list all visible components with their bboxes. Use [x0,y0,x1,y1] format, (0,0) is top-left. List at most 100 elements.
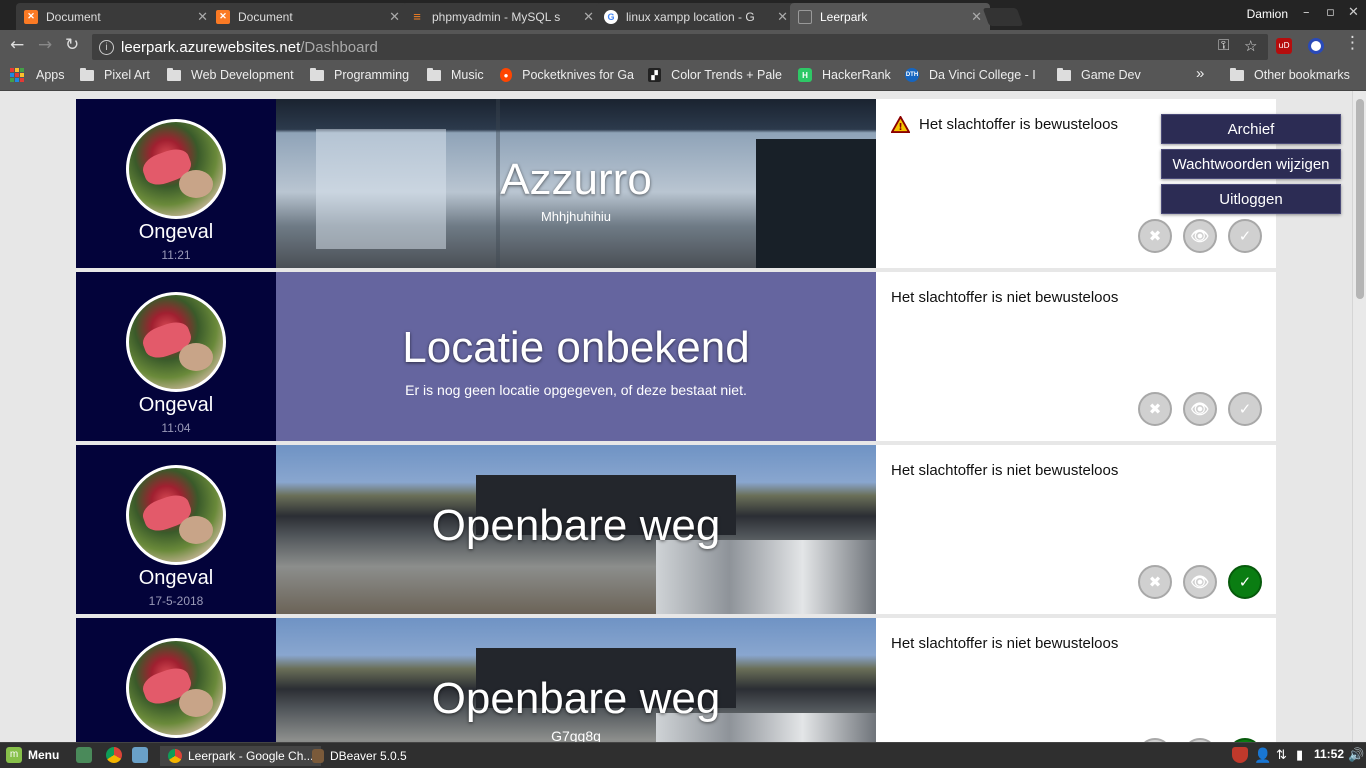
bookmark-game-dev[interactable]: Game Dev [1057,67,1141,82]
report-summary: Ongeval 17-5-2018 [76,445,276,614]
tray-shield-icon[interactable] [1232,747,1254,763]
forward-icon[interactable]: → [38,37,52,54]
location-banner: Openbare weg [276,445,876,614]
bookmark-apps[interactable]: Apps [10,68,65,82]
close-icon[interactable]: ✕ [389,9,400,25]
report-summary: Ongeval 11:04 [76,272,276,441]
view-button[interactable]: 👁 [1183,219,1217,253]
new-tab-button[interactable] [982,8,1024,26]
page-scrollbar[interactable] [1352,91,1366,742]
bookmark-label: Da Vinci College - I [929,68,1036,82]
start-menu-button[interactable]: m Menu [6,747,59,763]
approve-button[interactable]: ✓ [1228,219,1262,253]
logout-button[interactable]: Uitloggen [1161,184,1341,214]
show-desktop-button[interactable] [76,747,98,763]
bookmark-label: Other bookmarks [1254,68,1350,82]
close-icon[interactable]: ✕ [777,9,788,25]
view-button[interactable]: 👁 [1183,392,1217,426]
window-close-icon[interactable]: ✕ [1348,5,1359,20]
change-passwords-button[interactable]: Wachtwoorden wijzigen [1161,149,1341,179]
taskbar-window-dbeaver[interactable]: DBeaver 5.0.5 [312,746,407,766]
reject-button[interactable]: ✖ [1138,565,1172,599]
tab-title: Leerpark [820,9,868,24]
bookmark-music[interactable]: Music [427,67,484,82]
victim-status: Het slachtoffer is niet bewusteloos [891,635,1118,652]
avatar [126,465,226,565]
reload-icon[interactable]: ↻ [65,37,79,54]
bookmark-label: Pixel Art [104,68,150,82]
network-icon[interactable]: ⇅ [1276,747,1287,763]
bookmark-programming[interactable]: Programming [310,67,410,82]
report-summary: Ongeval 11:21 [76,99,276,268]
extension-icon[interactable] [1308,38,1324,54]
browser-tab-google[interactable]: G linux xampp location - G ✕ [596,3,796,30]
bookmark-label: Programming [334,68,410,82]
report-status-panel: Het slachtoffer is niet bewusteloos ✖ 👁 … [876,618,1276,742]
more-menu-icon[interactable]: ⋮ [1344,35,1361,52]
bookmark-hackerrank[interactable]: H HackerRank [798,68,891,82]
close-icon[interactable]: ✕ [197,9,208,25]
view-button[interactable]: 👁 [1183,565,1217,599]
victim-status: ! Het slachtoffer is bewusteloos [891,116,1118,133]
browser-tab-document-1[interactable]: ✕ Document ✕ [16,3,216,30]
folder-icon [167,67,181,81]
minimize-icon[interactable]: – [1303,5,1310,20]
report-status-panel: Het slachtoffer is niet bewusteloos ✖ 👁 … [876,445,1276,614]
tab-title: linux xampp location - G [626,9,755,24]
palette-icon: ▞ [648,68,662,82]
address-bar[interactable]: i leerpark.azurewebsites.net/Dashboard ⚿… [92,34,1268,60]
close-icon[interactable]: ✕ [971,9,982,25]
avatar [126,292,226,392]
tab-title: phpmyadmin - MySQL s [432,9,561,24]
mint-logo-icon: m [6,747,22,763]
bookmark-color-trends[interactable]: ▞ Color Trends + Pale [648,68,782,82]
scrollbar-thumb[interactable] [1356,99,1364,299]
key-icon[interactable]: ⚿ [1218,37,1229,54]
check-icon: ✓ [1238,227,1252,245]
archive-button[interactable]: Archief [1161,114,1341,144]
report-type: Ongeval [138,394,214,416]
location-title: Azzurro [500,155,652,204]
back-icon[interactable]: ← [10,37,24,54]
ublock-icon[interactable]: uD [1276,38,1292,54]
star-icon[interactable]: ☆ [1244,37,1257,55]
bookmark-pixel-art[interactable]: Pixel Art [80,67,150,82]
bookmark-other[interactable]: Other bookmarks [1230,67,1350,82]
taskbar-window-chrome[interactable]: Leerpark - Google Ch... [160,746,322,766]
clock[interactable]: 11:52 [1314,747,1344,761]
browser-tab-leerpark[interactable]: Leerpark ✕ [790,3,990,30]
bookmark-label: Game Dev [1081,68,1141,82]
bookmark-pocketknives[interactable]: ● Pocketknives for Ga [500,68,634,82]
maximize-icon[interactable]: ▫ [1326,5,1335,20]
bookmarks-overflow[interactable]: » [1196,65,1204,82]
reject-button[interactable]: ✖ [1138,392,1172,426]
location-title: Openbare weg [431,674,721,723]
browser-tab-document-2[interactable]: ✕ Document ✕ [208,3,408,30]
volume-icon[interactable]: 🔊 [1348,747,1364,763]
location-banner: Azzurro Mhhjhuhihiu [276,99,876,268]
report-card: Ongeval 11:04 Locatie onbekend Er is nog… [76,272,1276,441]
approve-button[interactable]: ✓ [1228,392,1262,426]
info-icon[interactable]: i [99,39,114,55]
bookmark-label: Apps [36,68,65,82]
reject-button[interactable]: ✖ [1138,219,1172,253]
battery-icon[interactable]: ▮ [1296,747,1303,763]
location-detail: Er is nog geen locatie opgegeven, of dez… [405,382,747,398]
bookmark-web-development[interactable]: Web Development [167,67,294,82]
approve-button[interactable]: ✓ [1228,565,1262,599]
shield-icon [1232,747,1248,763]
user-icon[interactable]: 👤 [1254,747,1271,764]
victim-status-text: Het slachtoffer is niet bewusteloos [891,462,1119,479]
browser-tab-phpmyadmin[interactable]: ≡ phpmyadmin - MySQL s ✕ [402,3,602,30]
chrome-launcher[interactable] [106,747,128,763]
close-icon[interactable]: ✕ [583,9,594,25]
url-path: /Dashboard [300,38,378,56]
tab-title: Document [46,9,101,24]
files-launcher[interactable] [132,747,154,763]
profile-name[interactable]: Damion [1247,7,1288,21]
google-icon: G [604,9,618,24]
report-time: 11:04 [161,421,191,435]
start-menu-label: Menu [28,748,60,762]
victim-status-text: Het slachtoffer is niet bewusteloos [891,635,1119,652]
bookmark-da-vinci[interactable]: DTH Da Vinci College - I [905,68,1041,82]
